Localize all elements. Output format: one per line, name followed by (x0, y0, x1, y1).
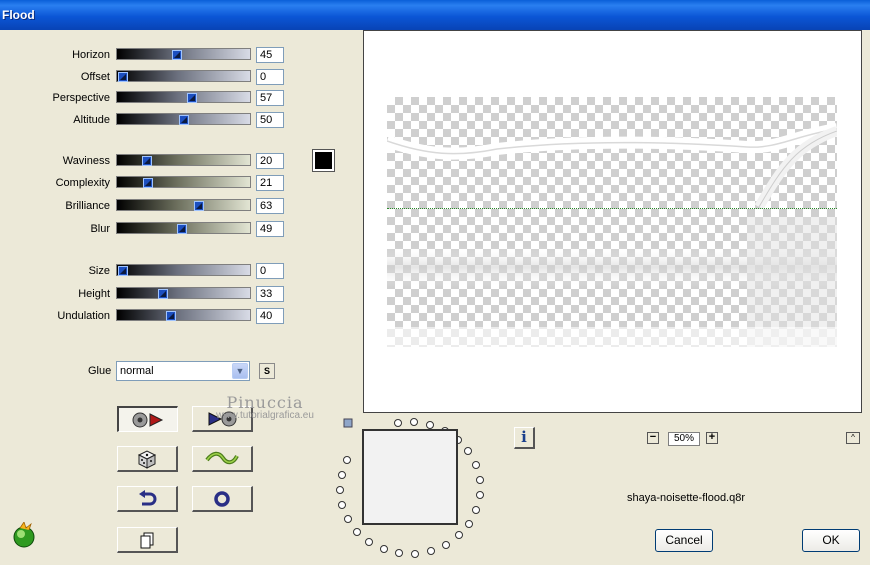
slider-thumb[interactable] (166, 311, 177, 321)
height-slider[interactable] (116, 287, 251, 299)
undo-button[interactable] (117, 486, 178, 512)
complexity-label: Complexity (55, 177, 110, 189)
zoom-out-button[interactable]: − (647, 432, 659, 444)
glue-value: normal (120, 365, 154, 377)
preset-dot[interactable] (472, 505, 480, 514)
preview-panel[interactable] (363, 30, 862, 413)
slider-thumb[interactable] (194, 201, 205, 211)
waviness-slider[interactable] (116, 154, 251, 166)
title-bar: Flood (0, 0, 870, 30)
height-field[interactable] (256, 286, 284, 302)
chevron-down-icon[interactable]: ▼ (232, 363, 248, 379)
altitude-label: Altitude (73, 114, 110, 126)
slider-thumb[interactable] (157, 289, 168, 299)
size-label: Size (88, 265, 110, 277)
perspective-label: Perspective (52, 92, 110, 104)
collapse-button[interactable]: ^ (846, 432, 860, 444)
wave-icon (205, 451, 239, 464)
perspective-slider[interactable] (116, 91, 251, 103)
altitude-field[interactable] (256, 112, 284, 128)
horizon-field[interactable] (256, 47, 284, 63)
slider-thumb[interactable] (118, 72, 128, 82)
altitude-slider[interactable] (116, 113, 251, 125)
brilliance-field[interactable] (256, 198, 284, 214)
blur-label: Blur (90, 223, 110, 235)
slider-thumb[interactable] (118, 266, 128, 276)
slider-thumb[interactable] (143, 178, 154, 188)
app-logo (13, 522, 35, 548)
slider-thumb[interactable] (142, 156, 153, 166)
reset-button[interactable] (192, 486, 253, 512)
preset-dot[interactable] (425, 420, 434, 429)
horizon-label: Horizon (72, 49, 110, 61)
preset-dot[interactable] (336, 485, 344, 494)
slider-thumb[interactable] (178, 115, 189, 125)
preset-filename: shaya-noisette-flood.q8r (627, 492, 746, 504)
ok-button[interactable]: OK (802, 529, 860, 552)
glue-select[interactable]: normal ▼ (116, 361, 250, 381)
height-label: Height (78, 288, 110, 300)
brilliance-slider[interactable] (116, 199, 251, 211)
watermark-line2: www.tutorialgrafica.eu (216, 410, 314, 421)
random-button[interactable] (117, 446, 178, 472)
info-button[interactable]: i (514, 427, 535, 449)
offset-label: Offset (80, 71, 110, 83)
preset-dot[interactable] (337, 470, 346, 479)
wheel-marker (343, 418, 353, 428)
slider-thumb[interactable] (186, 93, 197, 103)
watermark: Pinuccia www.tutorialgrafica.eu (195, 393, 335, 421)
cancel-button[interactable]: Cancel (655, 529, 713, 552)
window-title: Flood (2, 8, 35, 22)
preview-toggle-button[interactable] (117, 406, 178, 432)
size-slider[interactable] (116, 264, 251, 276)
perspective-field[interactable] (256, 90, 284, 106)
preset-dot[interactable] (475, 491, 484, 499)
undo-icon (139, 489, 157, 505)
preset-dot[interactable] (353, 527, 362, 536)
undulation-label: Undulation (57, 310, 110, 322)
complexity-slider[interactable] (116, 176, 251, 188)
glue-label: Glue (88, 365, 112, 377)
undulation-slider[interactable] (116, 309, 251, 321)
undulation-field[interactable] (256, 308, 284, 324)
horizon-slider[interactable] (116, 48, 251, 60)
s-button[interactable]: S (259, 363, 275, 379)
preset-thumbnail[interactable] (362, 429, 458, 525)
preset-dot[interactable] (393, 419, 402, 427)
flood-render (387, 123, 837, 347)
film-reel-play-icon (132, 412, 164, 427)
preset-dot[interactable] (342, 456, 351, 465)
waviness-field[interactable] (256, 153, 284, 169)
ring-icon (214, 490, 230, 507)
waviness-label: Waviness (62, 155, 110, 167)
horizon-guide (387, 208, 837, 209)
preset-dot[interactable] (465, 519, 473, 528)
offset-field[interactable] (256, 69, 284, 85)
dice-icon (137, 449, 157, 469)
slider-thumb[interactable] (172, 50, 183, 60)
blur-field[interactable] (256, 221, 284, 237)
preset-dot[interactable] (441, 540, 450, 549)
zoom-level: 50% (668, 432, 700, 446)
color-swatch[interactable] (312, 149, 335, 172)
preset-dot[interactable] (475, 475, 484, 484)
wave-preset-button[interactable] (192, 446, 253, 472)
size-field[interactable] (256, 263, 284, 279)
zoom-in-button[interactable]: + (706, 432, 718, 444)
preview-canvas[interactable] (387, 97, 837, 347)
offset-slider[interactable] (116, 70, 251, 82)
blur-slider[interactable] (116, 222, 251, 234)
copy-icon (140, 532, 154, 548)
copy-button[interactable] (117, 527, 178, 553)
preset-dot[interactable] (379, 545, 388, 554)
complexity-field[interactable] (256, 175, 284, 191)
brilliance-label: Brilliance (65, 200, 110, 212)
preset-dot[interactable] (471, 461, 480, 469)
slider-thumb[interactable] (177, 224, 188, 234)
